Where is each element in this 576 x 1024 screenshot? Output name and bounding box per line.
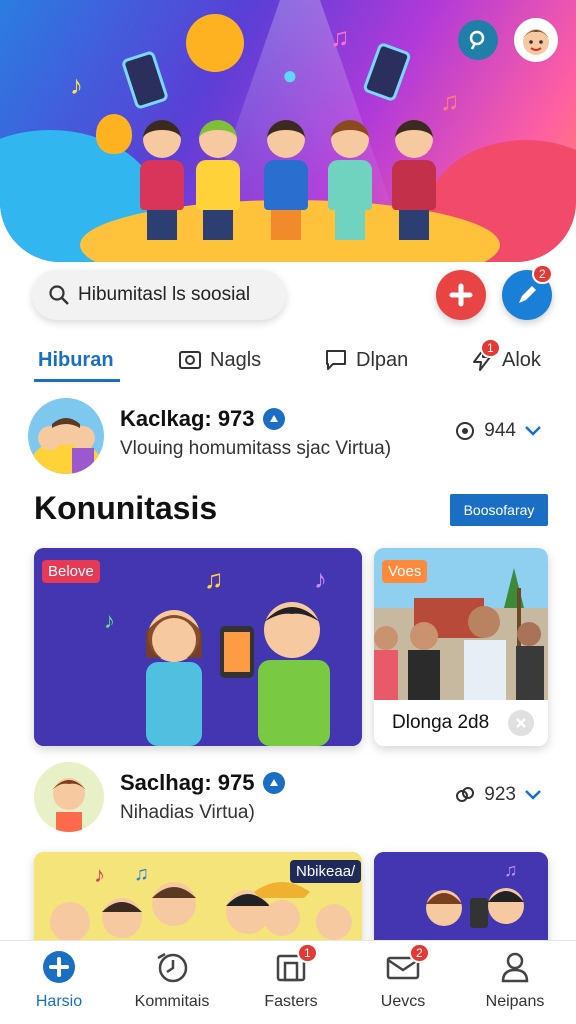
uevcs-badge: 2 bbox=[409, 943, 430, 963]
community-stat[interactable]: 944 bbox=[454, 420, 542, 442]
chevron-down-icon bbox=[525, 790, 541, 800]
person-icon bbox=[501, 952, 529, 983]
kid-illustration bbox=[392, 120, 436, 240]
link-icon bbox=[456, 787, 475, 802]
nav-neipans[interactable]: Neipans bbox=[460, 949, 570, 1019]
tab-bar: Hiburan Nagls Dlpan 1 Alok bbox=[0, 336, 576, 384]
search-icon bbox=[49, 285, 69, 305]
phone-illustration bbox=[120, 50, 170, 110]
chevron-down-icon bbox=[525, 426, 541, 436]
active-tab-indicator bbox=[34, 379, 120, 382]
community-title: Kaclkag: 973 bbox=[120, 406, 255, 431]
compose-badge: 2 bbox=[532, 264, 553, 284]
profile-avatar[interactable] bbox=[514, 18, 558, 62]
lightbulb-illustration bbox=[96, 114, 132, 154]
chat-icon bbox=[326, 350, 346, 370]
svg-text:♫: ♫ bbox=[134, 863, 149, 885]
verified-icon bbox=[262, 408, 285, 430]
section-action-button[interactable]: Boosofaray bbox=[450, 494, 548, 526]
svg-text:♪: ♪ bbox=[314, 564, 327, 594]
kid-illustration bbox=[140, 120, 184, 240]
community-card[interactable]: ♫ ♪ ♪ Belove bbox=[34, 548, 362, 746]
community-stat[interactable]: 923 bbox=[454, 784, 542, 806]
community-title: Saclhag: 975 bbox=[120, 770, 255, 795]
close-button[interactable] bbox=[508, 710, 534, 736]
camera-icon bbox=[179, 351, 201, 369]
svg-text:♫: ♫ bbox=[504, 860, 518, 880]
svg-text:♪: ♪ bbox=[94, 862, 105, 887]
phone-illustration bbox=[362, 41, 412, 103]
plus-icon bbox=[449, 283, 473, 307]
kid-illustration bbox=[264, 120, 308, 240]
pen-icon bbox=[519, 286, 536, 303]
nav-uevcs[interactable]: 2 Uevcs bbox=[348, 943, 458, 1019]
svg-text:♫: ♫ bbox=[204, 564, 224, 594]
tab-alok[interactable]: 1 Alok bbox=[470, 338, 541, 378]
kid-illustration bbox=[196, 120, 240, 240]
target-icon bbox=[456, 422, 475, 440]
search-icon bbox=[469, 30, 485, 50]
card-tag: Belove bbox=[42, 560, 100, 583]
search-people-button[interactable] bbox=[458, 20, 498, 60]
compose-button[interactable]: 2 bbox=[502, 264, 553, 320]
tab-hiburan[interactable]: Hiburan bbox=[38, 342, 114, 378]
svg-text:♪: ♪ bbox=[104, 608, 115, 633]
card-tag: Voes bbox=[382, 560, 428, 583]
search-bar[interactable]: Hibumitasl ls soosial bbox=[32, 270, 286, 320]
section-title: Konunitasis bbox=[34, 490, 218, 526]
kid-illustration bbox=[328, 120, 372, 240]
plus-circle-icon bbox=[43, 951, 75, 983]
sun-illustration bbox=[186, 14, 244, 72]
community-row[interactable]: Kaclkag: 973 Vlouing homumitass sjac Vir… bbox=[28, 398, 548, 482]
verified-icon bbox=[262, 772, 285, 794]
community-card[interactable]: ♫ bbox=[374, 852, 548, 952]
alok-badge: 1 bbox=[480, 338, 501, 358]
close-icon bbox=[516, 718, 526, 728]
group-avatar-icon bbox=[28, 398, 104, 474]
community-avatar bbox=[34, 762, 104, 832]
kid-avatar-icon bbox=[34, 762, 104, 832]
nav-harsio[interactable]: Harsio bbox=[4, 949, 114, 1019]
community-subtitle: Vlouing homumitass sjac Virtua) bbox=[120, 438, 392, 459]
clock-icon bbox=[157, 952, 188, 983]
kids-phone-illustration: ♫ bbox=[374, 852, 548, 952]
community-avatar bbox=[28, 398, 104, 474]
avatar-face-icon bbox=[523, 29, 549, 55]
tab-nagls[interactable]: Nagls bbox=[178, 342, 261, 378]
create-post-button[interactable] bbox=[436, 270, 486, 320]
nav-kommitais[interactable]: Kommitais bbox=[117, 949, 227, 1019]
card-caption: Dlonga 2d8 bbox=[392, 712, 490, 733]
community-card[interactable]: ♪ ♫ Nbikeaa/ bbox=[34, 852, 362, 952]
nav-fasters[interactable]: 1 Fasters bbox=[236, 943, 346, 1019]
bottom-navigation: Harsio Kommitais 1 Fasters 2 Uevcs Neipa… bbox=[0, 940, 576, 1024]
fasters-badge: 1 bbox=[297, 943, 318, 963]
card-tag: Nbikeaa/ bbox=[290, 860, 362, 883]
community-subtitle: Nihadias Virtua) bbox=[120, 802, 255, 823]
search-text: Hibumitasl ls soosial bbox=[78, 284, 251, 305]
tab-dlpan[interactable]: Dlpan bbox=[324, 342, 408, 378]
community-card[interactable]: Voes Dlonga 2d8 bbox=[374, 548, 548, 746]
community-row[interactable]: Saclhag: 975 Nihadias Virtua) 923 bbox=[28, 762, 548, 846]
